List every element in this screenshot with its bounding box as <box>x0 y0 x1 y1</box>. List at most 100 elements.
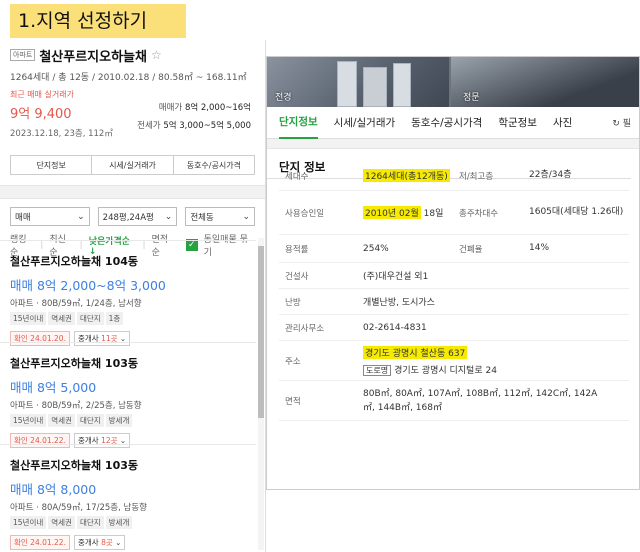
address-label: 주소 <box>285 356 301 367</box>
tab-dong-ho[interactable]: 동호수/공시가격 <box>411 107 482 139</box>
listing-name: 철산푸르지오하늘채 103동 <box>10 357 138 370</box>
price-trade-button[interactable]: 시세/실거래가 <box>92 156 174 174</box>
listing-price: 매매 8억 8,000 <box>10 482 97 497</box>
listing-item[interactable]: 철산푸르지오하늘채 103동 매매 8억 8,000 아파트 · 80A/59㎡… <box>0 444 256 550</box>
recent-trade-date: 2023.12.18, 23층, 112㎡ <box>10 129 113 139</box>
area-value: 248평,24A평 <box>102 212 154 223</box>
listing-tag: 방세개 <box>105 516 133 529</box>
star-icon[interactable]: ☆ <box>151 48 162 62</box>
complex-info-table: 세대수 1264세대(총12개동) 저/최고층 22층/34층 사용승인일 20… <box>279 161 629 421</box>
far-value: 254% <box>363 243 389 254</box>
listing-spec: 아파트 · 80B/59㎡, 2/25층, 남동향 <box>10 401 142 411</box>
address-highlight: 경기도 광명시 철산동 637 <box>363 345 468 359</box>
listing-price: 매매 8억 5,000 <box>10 380 97 395</box>
approval-highlight: 2010년 02월 <box>363 206 421 219</box>
complex-tab-buttons: 단지정보 시세/실거래가 동호수/공시가격 <box>10 155 255 175</box>
listing-tags: 15년이내 역세권 대단지 방세개 <box>10 414 246 427</box>
road-badge: 도로명 <box>363 364 392 376</box>
listing-tag: 역세권 <box>48 516 75 529</box>
chevron-down-icon: ⌄ <box>164 211 173 222</box>
photo-label: 전경 <box>275 93 292 103</box>
tab-photos[interactable]: 사진 <box>553 107 572 139</box>
parking-value: 1605대(세대당 1.26대) <box>529 207 624 217</box>
listing-tag: 대단지 <box>76 516 104 529</box>
deal-type-select[interactable]: 매매 ⌄ <box>10 207 90 226</box>
area-label: 면적 <box>285 396 301 407</box>
listing-tags: 15년이내 역세권 대단지 1층 <box>10 312 246 325</box>
sale-range: 매매가 8억 2,000~16억 <box>159 101 251 113</box>
sale-range-value: 8억 2,000~16억 <box>184 103 251 113</box>
far-label: 용적률 <box>285 244 309 255</box>
apartment-badge: 아파트 <box>10 49 36 61</box>
info-row: 면적 80B㎡, 80A㎡, 107A㎡, 108B㎡, 112㎡, 142C㎡… <box>279 381 629 421</box>
section-divider <box>267 139 639 149</box>
tab-school[interactable]: 학군정보 <box>498 107 537 139</box>
info-row: 사용승인일 2010년 02월 18일 총주차대수 1605대(세대당 1.26… <box>279 191 629 235</box>
listing-tag: 15년이내 <box>10 414 47 427</box>
brokers-button[interactable]: 중개사 8곳 ⌄ <box>73 535 126 550</box>
listing-tag: 15년이내 <box>10 516 47 529</box>
bcr-value: 14% <box>529 243 550 253</box>
detail-tabs: 단지정보 시세/실거래가 동호수/공시가격 학군정보 사진 ↻ 필 <box>267 107 639 139</box>
listing-price: 매매 8억 2,000~8억 3,000 <box>10 278 166 293</box>
sale-range-label: 매매가 <box>158 103 183 113</box>
listing-tag: 방세개 <box>105 414 133 427</box>
households-highlight: 1264세대(총12개동) <box>363 169 450 182</box>
approval-label: 사용승인일 <box>285 208 325 219</box>
area-value: 80B㎡, 80A㎡, 107A㎡, 108B㎡, 112㎡, 142C㎡, 1… <box>363 388 598 413</box>
price-summary: 최근 매매 실거래가 9억 9,400 2023.12.18, 23층, 112… <box>10 89 255 147</box>
office-label: 관리사무소 <box>285 323 325 334</box>
listing-scrollbar[interactable] <box>258 238 264 550</box>
jeonse-range: 전세가 5억 3,000~5억 5,000 <box>137 119 251 131</box>
refresh-icon[interactable]: ↻ 필 <box>612 116 631 129</box>
parking-label: 총주차대수 <box>459 208 499 219</box>
road-address: 도로명 경기도 광명시 디지털로 24 <box>363 363 497 376</box>
building-shape <box>363 67 387 107</box>
info-row: 용적률 254% 건폐율 14% <box>279 235 629 263</box>
listing-tag: 역세권 <box>48 414 75 427</box>
deal-type-value: 매매 <box>15 212 31 223</box>
recent-trade-price: 9억 9,400 <box>10 107 72 122</box>
heating-value: 개별난방, 도시가스 <box>363 298 435 308</box>
info-row: 난방 개별난방, 도시가스 <box>279 289 629 315</box>
scrollbar-thumb[interactable] <box>258 246 264 418</box>
bcr-label: 건폐율 <box>459 244 483 255</box>
road-address-value: 경기도 광명시 디지털로 24 <box>394 365 497 376</box>
listing-item[interactable]: 철산푸르지오하늘채 104동 매매 8억 2,000~8억 3,000 아파트 … <box>0 240 256 346</box>
listing-name: 철산푸르지오하늘채 103동 <box>10 459 138 472</box>
listing-tag: 1층 <box>105 312 124 325</box>
complex-info-button[interactable]: 단지정보 <box>11 156 93 174</box>
jeonse-range-value: 5억 3,000~5억 5,000 <box>163 121 251 131</box>
info-row: 세대수 1264세대(총12개동) 저/최고층 22층/34층 <box>279 161 629 191</box>
step-label: 1.지역 선정하기 <box>10 4 186 38</box>
area-select[interactable]: 248평,24A평 ⌄ <box>97 207 178 226</box>
chevron-down-icon: ⌄ <box>77 211 85 222</box>
tab-complex-info[interactable]: 단지정보 <box>279 107 318 139</box>
heating-label: 난방 <box>285 297 301 308</box>
listing-spec: 아파트 · 80B/59㎡, 1/24층, 남서향 <box>10 299 142 309</box>
listing-item[interactable]: 철산푸르지오하늘채 103동 매매 8억 5,000 아파트 · 80B/59㎡… <box>0 342 256 448</box>
building-shape <box>393 63 411 107</box>
photo-exterior[interactable] <box>267 57 449 107</box>
households-value: 1264세대(총12개동) <box>357 161 453 190</box>
listing-spec: 아파트 · 80A/59㎡, 17/25층, 남동향 <box>10 503 147 513</box>
approval-day: 18일 <box>423 209 444 219</box>
chevron-down-icon: ⌄ <box>242 211 251 222</box>
tab-price[interactable]: 시세/실거래가 <box>334 107 396 139</box>
listing-tag: 대단지 <box>76 414 104 427</box>
households-label: 세대수 <box>285 171 309 182</box>
builder-value: (주)대우건설 외1 <box>363 272 429 282</box>
dong-select[interactable]: 전체동 ⌄ <box>185 207 256 226</box>
jeonse-range-label: 전세가 <box>137 121 161 131</box>
photo-strip: 전경 정문 <box>267 57 639 107</box>
complex-detail-panel: 전경 정문 단지정보 시세/실거래가 동호수/공시가격 학군정보 사진 ↻ 필 … <box>266 56 640 490</box>
dong-value: 전체동 <box>190 212 214 223</box>
listing-name: 철산푸르지오하늘채 104동 <box>10 255 138 268</box>
complex-header: 아파트 철산푸르지오하늘채 ☆ 1264세대 / 총 12동 / 2010.02… <box>0 40 265 147</box>
dong-ho-button[interactable]: 동호수/공시가격 <box>174 156 254 174</box>
listing-filters: 매매 ⌄ 248평,24A평 ⌄ 전체동 ⌄ <box>0 199 265 226</box>
info-row: 건설사 (주)대우건설 외1 <box>279 263 629 289</box>
info-row: 관리사무소 02-2614-4831 <box>279 315 629 341</box>
section-divider <box>0 185 265 199</box>
builder-label: 건설사 <box>285 271 309 282</box>
